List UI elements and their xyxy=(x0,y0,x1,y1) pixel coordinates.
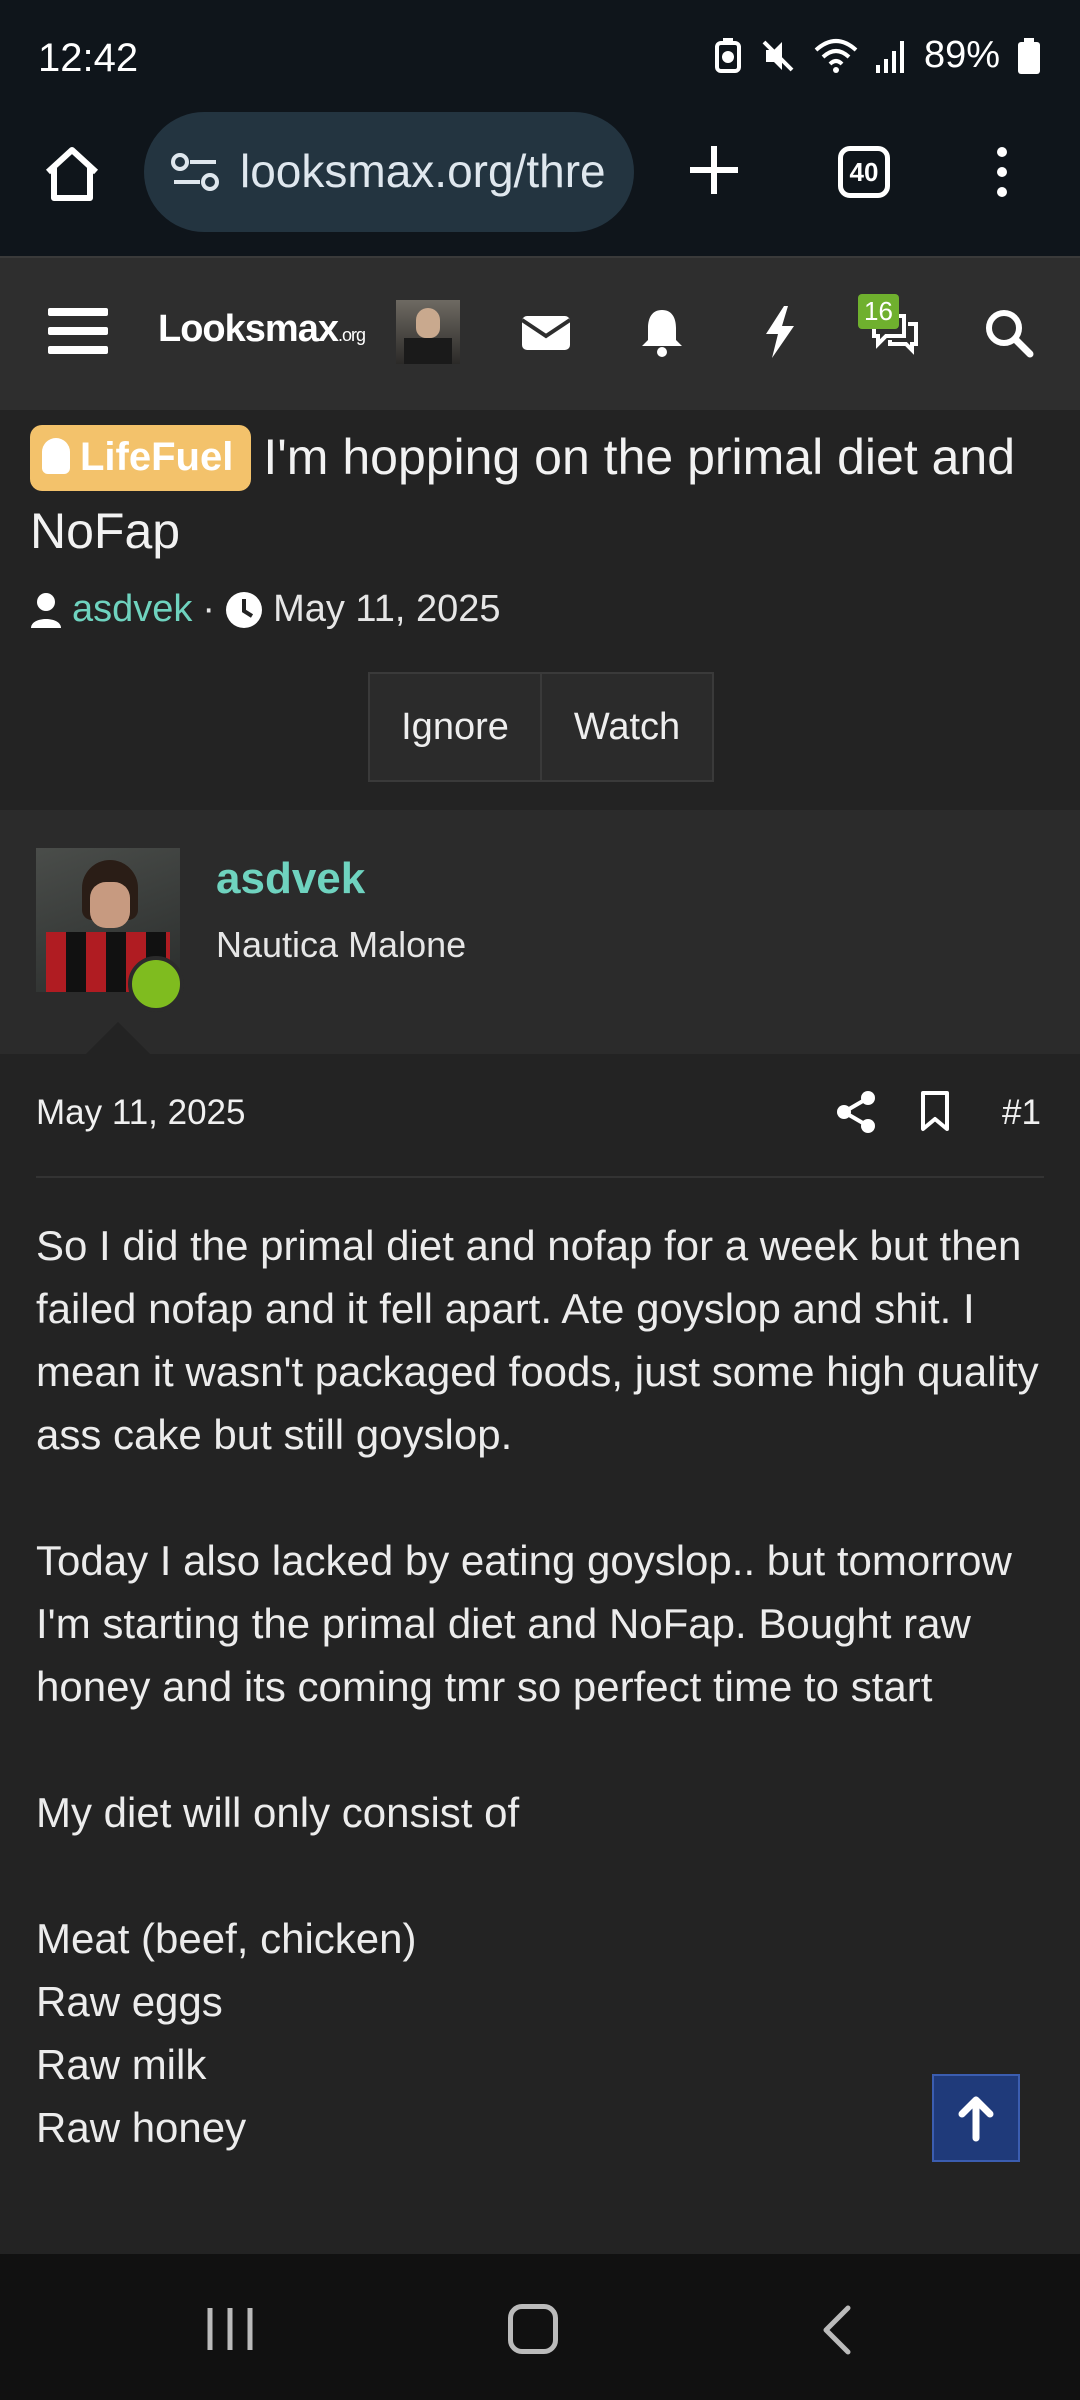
status-icons: 89% xyxy=(714,34,1040,77)
bookmark-icon[interactable] xyxy=(920,1090,950,1132)
post-list-item: Meat (beef, chicken) xyxy=(36,1915,417,1962)
battery-saver-icon xyxy=(714,37,741,73)
account-avatar[interactable] xyxy=(396,300,460,364)
whats-new-bolt-icon[interactable] xyxy=(750,302,810,362)
home-icon[interactable] xyxy=(40,142,104,206)
signal-icon xyxy=(875,40,904,73)
post-username[interactable]: asdvek xyxy=(216,854,365,904)
logo-main: Looksmax xyxy=(158,308,339,350)
lightbulb-icon xyxy=(42,438,70,474)
arrow-up-icon xyxy=(958,2096,994,2142)
battery-icon xyxy=(1018,37,1040,74)
clock-icon xyxy=(226,591,263,628)
watch-button[interactable]: Watch xyxy=(542,674,712,780)
scroll-to-top-button[interactable] xyxy=(932,2074,1020,2162)
post-body: So I did the primal diet and nofap for a… xyxy=(36,1214,1046,2159)
meta-separator: · xyxy=(202,588,216,630)
mute-icon xyxy=(762,40,794,71)
tab-switcher-button[interactable]: 40 xyxy=(838,146,890,198)
logo-suffix: .org xyxy=(337,325,366,345)
more-menu-icon[interactable] xyxy=(990,146,1014,198)
post-list-item: Raw eggs xyxy=(36,1978,223,2025)
post-paragraph: Today I also lacked by eating goyslop.. … xyxy=(36,1537,1012,1710)
recent-apps-icon[interactable] xyxy=(204,2306,256,2352)
prefix-badge[interactable]: LifeFuel xyxy=(30,425,252,491)
mail-icon[interactable] xyxy=(516,302,576,362)
post-list-item: Raw milk xyxy=(36,2041,207,2088)
thread-meta: asdvek · May 11, 2025 xyxy=(30,588,501,631)
thread-date[interactable]: May 11, 2025 xyxy=(273,588,500,631)
post-divider xyxy=(36,1176,1044,1178)
user-title: Nautica Malone xyxy=(216,924,467,965)
thread-author-link[interactable]: asdvek xyxy=(72,588,192,631)
prefix-label: LifeFuel xyxy=(80,435,234,479)
url-text[interactable]: looksmax.org/thre xyxy=(240,144,612,198)
new-tab-icon[interactable] xyxy=(686,142,742,198)
site-logo[interactable]: Looksmax.org xyxy=(158,308,366,351)
status-time: 12:42 xyxy=(38,36,139,80)
site-settings-icon[interactable] xyxy=(170,150,220,194)
bell-icon[interactable] xyxy=(632,302,692,362)
thread-actions: Ignore Watch xyxy=(368,672,714,782)
share-icon[interactable] xyxy=(836,1090,876,1134)
ignore-button[interactable]: Ignore xyxy=(370,674,542,780)
system-home-button[interactable] xyxy=(508,2304,558,2354)
post-paragraph: My diet will only consist of xyxy=(36,1789,520,1836)
conversations-count-badge: 16 xyxy=(858,294,899,329)
post-paragraph: So I did the primal diet and nofap for a… xyxy=(36,1222,1039,1458)
user-bar-arrow xyxy=(86,1022,150,1054)
post-list-item: Raw honey xyxy=(36,2104,247,2151)
wifi-icon xyxy=(814,38,858,73)
post-date[interactable]: May 11, 2025 xyxy=(36,1093,246,1133)
user-icon xyxy=(31,592,61,628)
hamburger-menu-icon[interactable] xyxy=(48,306,108,356)
post-permalink-number[interactable]: #1 xyxy=(1002,1093,1041,1133)
battery-percent: 89% xyxy=(923,34,1000,76)
search-icon[interactable] xyxy=(978,302,1038,362)
thread-title: LifeFuel I'm hopping on the primal diet a… xyxy=(30,420,1050,568)
back-icon[interactable] xyxy=(816,2304,856,2356)
online-status-indicator xyxy=(128,956,184,1012)
